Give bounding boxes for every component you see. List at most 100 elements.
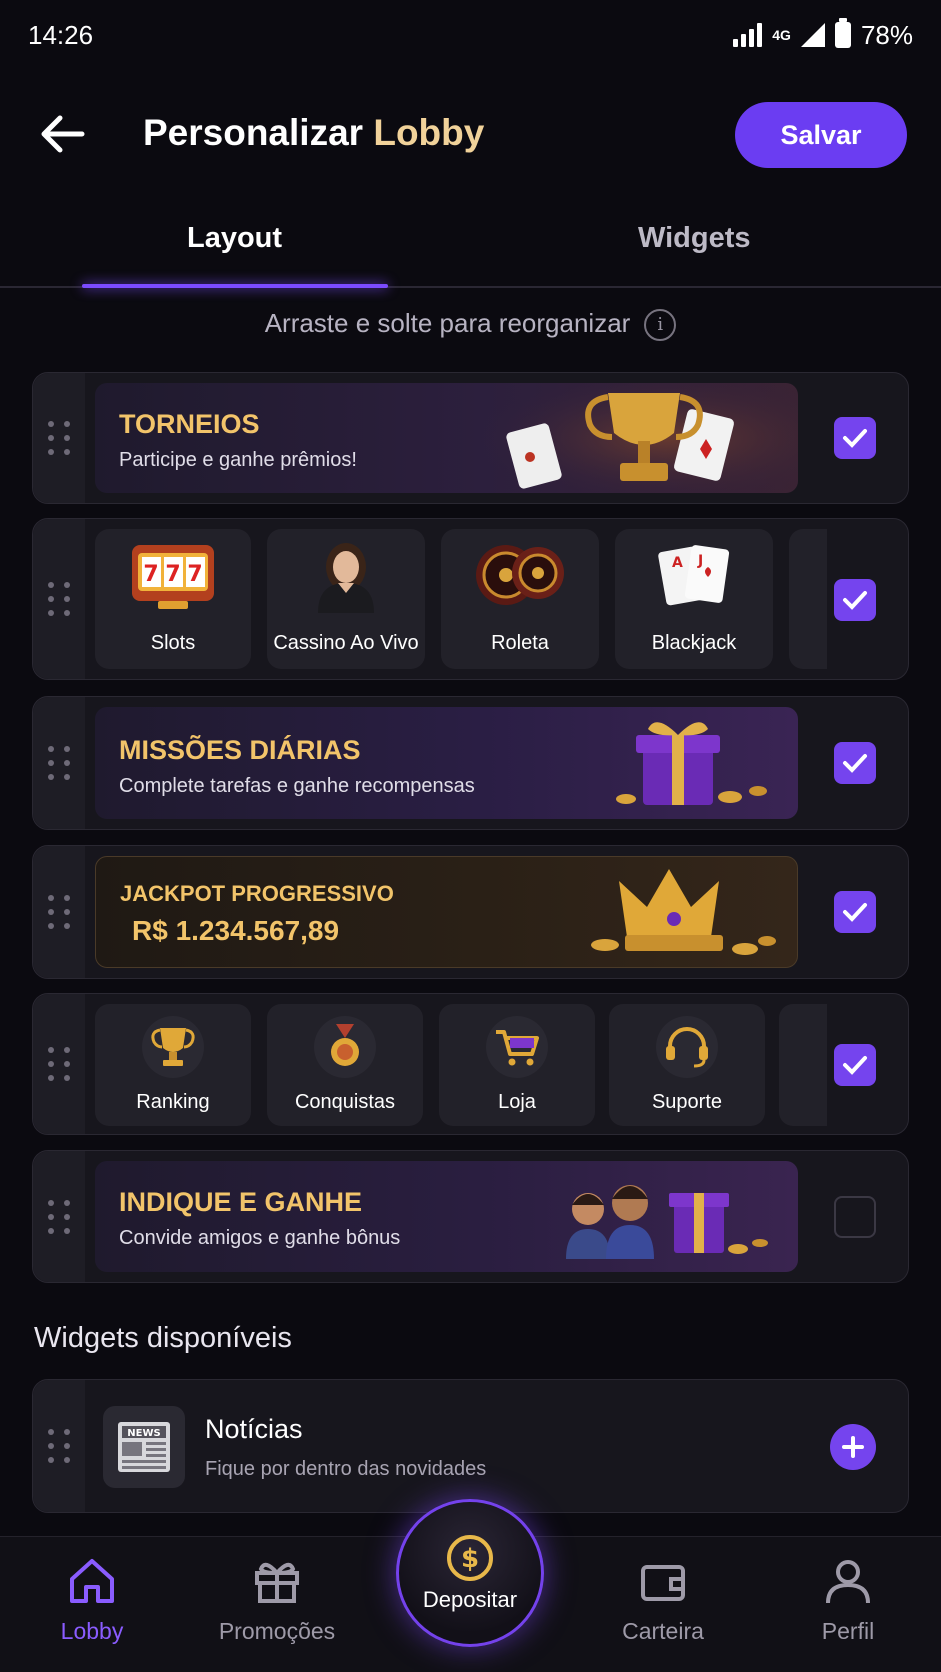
tab-widgets[interactable]: Widgets — [638, 222, 751, 255]
save-button[interactable]: Salvar — [735, 102, 907, 168]
status-bar: 14:26 4G 78% — [0, 0, 941, 70]
tile-more[interactable] — [789, 529, 827, 669]
svg-text:NEWS: NEWS — [127, 1428, 160, 1439]
nav-perfil[interactable]: Perfil — [768, 1557, 928, 1645]
tile-label: Ranking — [136, 1091, 210, 1113]
network-type: 4G — [772, 27, 791, 43]
tile-conquistas[interactable]: Conquistas — [267, 1004, 423, 1126]
jackpot-checkbox[interactable] — [834, 891, 876, 933]
tile-roleta[interactable]: Roleta — [441, 529, 599, 669]
tile-label: Cassino Ao Vivo — [273, 632, 419, 654]
shortcuts-checkbox[interactable] — [834, 1044, 876, 1086]
tile-slots[interactable]: 7 7 7 Slots — [95, 529, 251, 669]
back-arrow-icon[interactable] — [38, 112, 86, 156]
drag-handle-icon[interactable] — [33, 1380, 85, 1512]
app-header: Personalizar Lobby Salvar — [0, 96, 941, 172]
tile-suporte[interactable]: Suporte — [609, 1004, 765, 1126]
indique-checkbox[interactable] — [834, 1196, 876, 1238]
drag-handle-icon[interactable] — [33, 519, 85, 679]
status-time: 14:26 — [28, 19, 94, 50]
svg-text:$: $ — [461, 1544, 479, 1574]
tile-ranking[interactable]: Ranking — [95, 1004, 251, 1126]
widget-subtitle: Fique por dentro das novidades — [205, 1458, 487, 1480]
medal-icon — [314, 1016, 376, 1078]
tile-label: Roleta — [491, 632, 549, 654]
widget-title: Notícias — [205, 1414, 303, 1444]
gift-icon — [616, 722, 767, 805]
indique-banner: INDIQUE E GANHE Convide amigos e ganhe b… — [95, 1161, 798, 1272]
add-widget-button[interactable] — [830, 1424, 876, 1470]
missoes-checkbox[interactable] — [834, 742, 876, 784]
dollar-coin-icon: $ — [447, 1535, 493, 1581]
tile-cassino-ao-vivo[interactable]: Cassino Ao Vivo — [267, 529, 425, 669]
drag-handle-icon[interactable] — [33, 1151, 85, 1282]
banner-title: JACKPOT PROGRESSIVO — [120, 881, 394, 906]
plus-icon — [842, 1436, 864, 1458]
svg-text:7: 7 — [165, 562, 180, 587]
deposit-label: Depositar — [422, 1587, 518, 1612]
crown-icon — [591, 869, 776, 955]
drag-handle-icon[interactable] — [33, 994, 85, 1134]
friends-gift-icon — [566, 1185, 768, 1259]
jackpot-value: R$ 1.234.567,89 — [132, 915, 340, 946]
slot-machine-icon: 7 7 7 — [132, 545, 214, 609]
home-icon — [70, 1559, 114, 1603]
layout-item-indique[interactable]: INDIQUE E GANHE Convide amigos e ganhe b… — [32, 1150, 909, 1283]
battery-percent: 78% — [860, 19, 913, 50]
battery-icon — [834, 18, 851, 48]
banner-title: INDIQUE E GANHE — [119, 1187, 363, 1217]
nav-promocoes[interactable]: Promoções — [197, 1557, 357, 1645]
newspaper-icon: NEWS — [103, 1406, 185, 1488]
deposit-button[interactable]: $ Depositar — [396, 1499, 544, 1647]
tab-bar: Layout Widgets — [0, 200, 941, 288]
available-widgets-title: Widgets disponíveis — [34, 1322, 292, 1354]
tile-label: Conquistas — [294, 1091, 396, 1113]
tile-label: Suporte — [651, 1091, 723, 1113]
layout-item-jackpot[interactable]: JACKPOT PROGRESSIVO R$ 1.234.567,89 — [32, 845, 909, 979]
torneios-banner: TORNEIOS Participe e ganhe prêmios! — [95, 383, 798, 493]
tile-label: Slots — [150, 632, 196, 654]
layout-item-missoes[interactable]: MISSÕES DIÁRIAS Complete tarefas e ganhe… — [32, 696, 909, 830]
tile-blackjack[interactable]: A J Blackjack — [615, 529, 773, 669]
gift-icon — [255, 1562, 299, 1603]
missoes-banner: MISSÕES DIÁRIAS Complete tarefas e ganhe… — [95, 707, 798, 819]
torneios-checkbox[interactable] — [834, 417, 876, 459]
dealer-icon — [318, 543, 374, 613]
cart-icon — [486, 1016, 548, 1078]
jackpot-banner: JACKPOT PROGRESSIVO R$ 1.234.567,89 — [95, 856, 798, 968]
banner-subtitle: Convide amigos e ganhe bônus — [119, 1227, 401, 1249]
tile-label: Loja — [498, 1091, 536, 1113]
svg-text:A: A — [672, 555, 683, 571]
banner-subtitle: Complete tarefas e ganhe recompensas — [119, 775, 475, 797]
games-checkbox[interactable] — [834, 579, 876, 621]
layout-item-torneios[interactable]: TORNEIOS Participe e ganhe prêmios! — [32, 372, 909, 504]
active-tab-indicator — [82, 284, 388, 288]
wallet-icon — [641, 1565, 685, 1601]
cell-signal-icon — [733, 23, 763, 47]
drag-handle-icon[interactable] — [33, 697, 85, 829]
roulette-icon — [476, 545, 564, 605]
tile-label: Blackjack — [651, 632, 737, 654]
drag-handle-icon[interactable] — [33, 846, 85, 978]
page-title: Personalizar Lobby — [143, 112, 485, 153]
playing-cards-icon: A J — [658, 545, 730, 606]
banner-title: MISSÕES DIÁRIAS — [119, 735, 361, 765]
drag-handle-icon[interactable] — [33, 373, 85, 503]
trophy-icon — [468, 383, 798, 493]
profile-icon — [826, 1560, 870, 1604]
widget-item-noticias[interactable]: NEWS Notícias Fique por dentro das novid… — [32, 1379, 909, 1513]
svg-text:7: 7 — [187, 562, 202, 587]
nav-carteira[interactable]: Carteira — [583, 1557, 743, 1645]
svg-text:J: J — [697, 553, 703, 569]
reorder-hint: Arraste e solte para reorganizar i — [0, 308, 941, 342]
headset-icon — [656, 1016, 718, 1078]
tab-layout[interactable]: Layout — [187, 222, 282, 255]
info-icon[interactable]: i — [644, 309, 677, 342]
tile-loja[interactable]: Loja — [439, 1004, 595, 1126]
nav-lobby[interactable]: Lobby — [12, 1557, 172, 1645]
layout-item-shortcuts[interactable]: Ranking Conquistas Loja Suporte — [32, 993, 909, 1135]
svg-text:7: 7 — [143, 562, 158, 587]
trophy-icon — [142, 1016, 204, 1078]
tile-more[interactable] — [779, 1004, 827, 1126]
layout-item-games[interactable]: 7 7 7 Slots Cassino Ao Vivo Roleta A J B… — [32, 518, 909, 680]
